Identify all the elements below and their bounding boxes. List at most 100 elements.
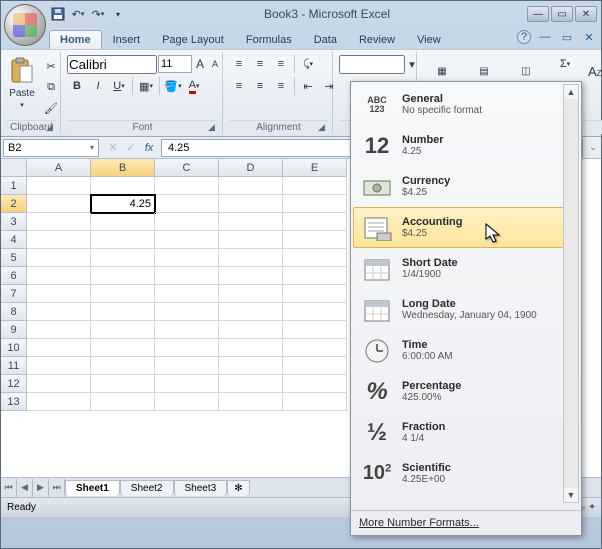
sheet-nav-last[interactable]: ⏭ [49,479,65,497]
shrink-font-button[interactable]: A [208,54,222,74]
office-button[interactable] [4,4,46,46]
align-center-button[interactable]: ≡ [250,76,270,96]
save-button[interactable] [49,5,67,23]
cell-C7[interactable] [155,285,219,303]
cell-A2[interactable] [27,195,91,213]
bold-button[interactable]: B [67,76,87,96]
cell-A5[interactable] [27,249,91,267]
nf-item-scientific[interactable]: 102Scientific4.25E+00 [353,453,579,494]
cell-E6[interactable] [283,267,347,285]
border-button[interactable]: ▦▾ [136,76,156,96]
cell-C6[interactable] [155,267,219,285]
cell-E7[interactable] [283,285,347,303]
mdi-minimize-button[interactable]: — [537,29,553,45]
cell-C3[interactable] [155,213,219,231]
sheet-nav-next[interactable]: ▶ [33,479,49,497]
fill-color-button[interactable]: 🪣▾ [163,76,183,96]
row-head-12[interactable]: 12 [1,375,27,393]
cell-A13[interactable] [27,393,91,411]
cell-B4[interactable] [91,231,155,249]
cut-button[interactable]: ✂ [41,56,61,76]
close-button[interactable]: ✕ [575,6,597,22]
row-head-3[interactable]: 3 [1,213,27,231]
cell-B9[interactable] [91,321,155,339]
number-format-select[interactable] [339,55,405,74]
cell-D4[interactable] [219,231,283,249]
row-head-6[interactable]: 6 [1,267,27,285]
tab-home[interactable]: Home [49,30,102,49]
cell-E2[interactable] [283,195,347,213]
cell-B13[interactable] [91,393,155,411]
undo-button[interactable]: ↶▾ [69,5,87,23]
cell-E9[interactable] [283,321,347,339]
row-head-10[interactable]: 10 [1,339,27,357]
more-number-formats-button[interactable]: More Number Formats... [351,510,581,535]
nf-item-time[interactable]: Time6:00:00 AM [353,330,579,371]
cell-B10[interactable] [91,339,155,357]
row-head-5[interactable]: 5 [1,249,27,267]
cell-C4[interactable] [155,231,219,249]
cell-B2[interactable]: 4.25 [91,195,155,213]
tab-data[interactable]: Data [303,30,348,49]
nf-item-fraction[interactable]: ½Fraction4 1/4 [353,412,579,453]
tab-insert[interactable]: Insert [102,30,152,49]
cell-B3[interactable] [91,213,155,231]
cell-A8[interactable] [27,303,91,321]
align-left-button[interactable]: ≡ [229,76,249,96]
grow-font-button[interactable]: A [193,54,207,74]
cell-E5[interactable] [283,249,347,267]
autosum-button[interactable]: Σ▾ [555,54,575,74]
cell-B1[interactable] [91,177,155,195]
format-painter-button[interactable]: 🖌 [41,98,61,118]
help-icon[interactable]: ? [517,30,531,44]
cell-B8[interactable] [91,303,155,321]
sheet-tab-2[interactable]: Sheet2 [120,480,174,496]
cell-B5[interactable] [91,249,155,267]
cell-C5[interactable] [155,249,219,267]
maximize-button[interactable]: ▭ [551,6,573,22]
cell-C10[interactable] [155,339,219,357]
paste-button[interactable]: Paste ▾ [7,54,37,120]
cell-E13[interactable] [283,393,347,411]
font-name-select[interactable] [67,55,157,74]
font-color-button[interactable]: A▾ [184,76,204,96]
cell-B6[interactable] [91,267,155,285]
tab-formulas[interactable]: Formulas [235,30,303,49]
cell-D8[interactable] [219,303,283,321]
zoom-in-button[interactable]: + [589,502,595,513]
nf-item-currency[interactable]: Currency$4.25 [353,166,579,207]
row-head-7[interactable]: 7 [1,285,27,303]
font-dialog-launcher[interactable]: ◢ [206,122,217,133]
col-head-C[interactable]: C [155,159,219,177]
cell-A7[interactable] [27,285,91,303]
nf-item-general[interactable]: ABC123GeneralNo specific format [353,84,579,125]
cell-B12[interactable] [91,375,155,393]
cell-B7[interactable] [91,285,155,303]
cancel-icon[interactable]: ✕ [105,140,121,156]
cell-D13[interactable] [219,393,283,411]
tab-view[interactable]: View [406,30,452,49]
italic-button[interactable]: I [88,76,108,96]
new-sheet-button[interactable]: ✻ [227,480,249,496]
cell-D10[interactable] [219,339,283,357]
cell-A12[interactable] [27,375,91,393]
cell-E3[interactable] [283,213,347,231]
enter-icon[interactable]: ✓ [123,140,139,156]
sort-filter-button[interactable]: AZ↓ [579,54,602,120]
cell-B11[interactable] [91,357,155,375]
sheet-nav-prev[interactable]: ◀ [17,479,33,497]
cell-C1[interactable] [155,177,219,195]
gallery-scrollbar[interactable]: ▲▼ [563,84,579,503]
cell-A6[interactable] [27,267,91,285]
cell-D6[interactable] [219,267,283,285]
sheet-tab-3[interactable]: Sheet3 [174,480,228,496]
underline-button[interactable]: U▾ [109,76,129,96]
expand-formula-bar-button[interactable]: ⌄ [585,142,601,153]
cell-C12[interactable] [155,375,219,393]
tab-page-layout[interactable]: Page Layout [151,30,235,49]
cell-E8[interactable] [283,303,347,321]
cell-D7[interactable] [219,285,283,303]
cell-E10[interactable] [283,339,347,357]
nf-item-short-date[interactable]: Short Date1/4/1900 [353,248,579,289]
name-box[interactable]: B2▾ [3,139,99,157]
